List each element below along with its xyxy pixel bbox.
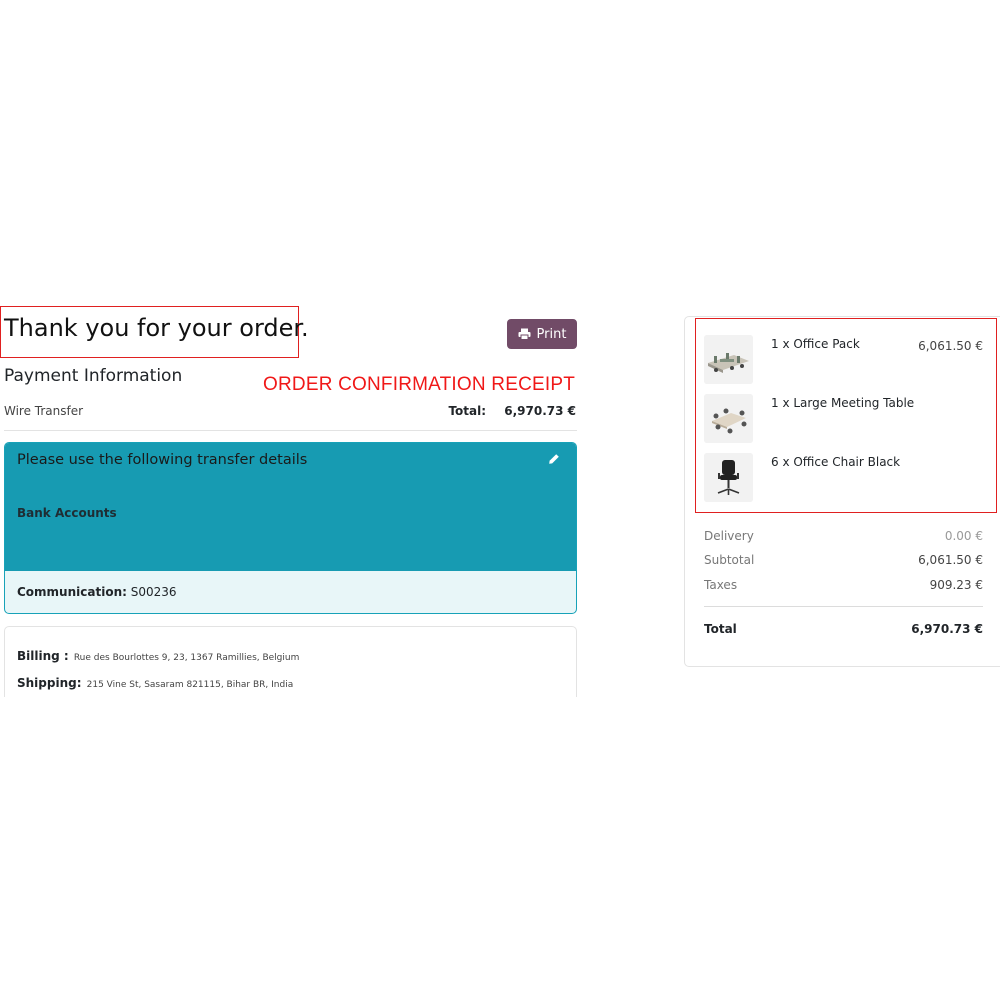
subtotal-line: Subtotal 6,061.50 € bbox=[704, 553, 983, 567]
payment-total-label: Total: bbox=[448, 404, 487, 418]
order-confirmation-page: Thank you for your order. Print Payment … bbox=[0, 0, 1000, 1000]
page-title: Thank you for your order. bbox=[4, 314, 309, 342]
transfer-details-card: Please use the following transfer detail… bbox=[4, 442, 577, 614]
payment-heading: Payment Information bbox=[4, 366, 183, 386]
list-item[interactable]: 1 x Large Meeting Table bbox=[704, 394, 984, 444]
list-item[interactable]: 6 x Office Chair Black bbox=[704, 453, 984, 503]
pencil-icon[interactable] bbox=[548, 453, 560, 465]
annotation-label: ORDER CONFIRMATION RECEIPT bbox=[263, 374, 576, 395]
bank-accounts-label: Bank Accounts bbox=[17, 506, 117, 520]
subtotal-value: 6,061.50 € bbox=[918, 553, 983, 567]
billing-address: Billing : Rue des Bourlottes 9, 23, 1367… bbox=[17, 645, 299, 664]
address-card: Billing : Rue des Bourlottes 9, 23, 1367… bbox=[4, 626, 577, 706]
taxes-line: Taxes 909.23 € bbox=[704, 578, 983, 592]
billing-value: Rue des Bourlottes 9, 23, 1367 Ramillies… bbox=[73, 653, 300, 663]
transfer-details-header: Please use the following transfer detail… bbox=[5, 443, 576, 571]
shipping-value: 215 Vine St, Sasaram 821115, Bihar BR, I… bbox=[86, 680, 294, 690]
communication-label: Communication: bbox=[17, 585, 127, 599]
item-price: 6,061.50 € bbox=[918, 339, 983, 353]
payment-total-value: 6,970.73 € bbox=[504, 404, 576, 418]
print-button-label: Print bbox=[536, 326, 567, 342]
item-name: 1 x Office Pack bbox=[771, 337, 860, 351]
delivery-line: Delivery 0.00 € bbox=[704, 529, 983, 543]
office-chair-image bbox=[704, 453, 753, 502]
subtotal-label: Subtotal bbox=[704, 553, 755, 567]
transfer-title: Please use the following transfer detail… bbox=[17, 452, 308, 468]
communication-line: Communication: S00236 bbox=[17, 585, 177, 599]
office-pack-image bbox=[704, 335, 753, 384]
shipping-address: Shipping: 215 Vine St, Sasaram 821115, B… bbox=[17, 672, 293, 691]
communication-value: S00236 bbox=[130, 585, 177, 599]
list-item[interactable]: 1 x Office Pack 6,061.50 € bbox=[704, 335, 984, 385]
delivery-label: Delivery bbox=[704, 529, 754, 543]
printer-icon bbox=[518, 328, 531, 340]
taxes-label: Taxes bbox=[704, 578, 738, 592]
item-name: 1 x Large Meeting Table bbox=[771, 396, 915, 410]
meeting-table-image bbox=[704, 394, 753, 443]
grand-total-value: 6,970.73 € bbox=[911, 622, 983, 636]
item-name: 6 x Office Chair Black bbox=[771, 455, 901, 469]
delivery-value: 0.00 € bbox=[944, 529, 983, 543]
billing-label: Billing : bbox=[17, 649, 69, 663]
shipping-label: Shipping: bbox=[17, 676, 82, 690]
print-button[interactable]: Print bbox=[507, 319, 577, 349]
payment-total: Total: 6,970.73 € bbox=[448, 404, 576, 418]
taxes-value: 909.23 € bbox=[929, 578, 983, 592]
grand-total-line: Total 6,970.73 € bbox=[704, 622, 983, 636]
divider bbox=[4, 430, 577, 431]
grand-total-label: Total bbox=[704, 622, 737, 636]
payment-method: Wire Transfer bbox=[4, 404, 84, 418]
crop-mask bbox=[0, 697, 600, 717]
divider bbox=[704, 606, 983, 607]
